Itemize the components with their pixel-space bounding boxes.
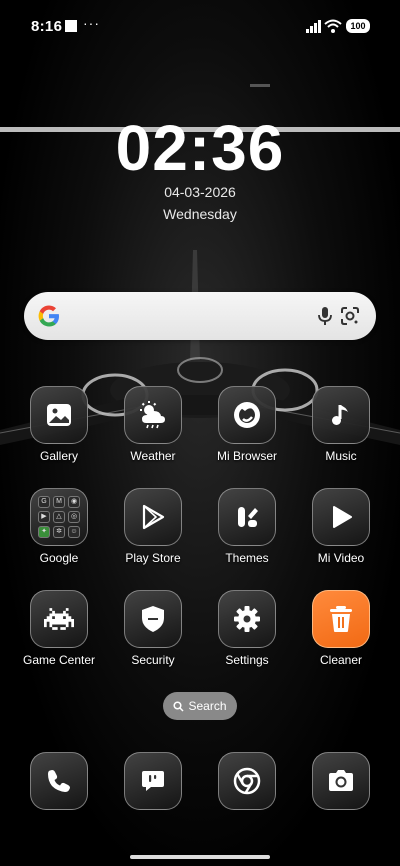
signal-icon — [306, 20, 321, 33]
app-label: Google — [39, 551, 79, 565]
google-search-bar[interactable] — [24, 292, 376, 340]
folder-app-icon: ✦ — [38, 526, 50, 538]
battery-icon: 100 — [346, 19, 370, 33]
app-label: Settings — [225, 653, 269, 667]
trash-icon — [312, 590, 370, 648]
status-time: 8:16 — [31, 18, 63, 35]
clock-time: 02:36 — [115, 112, 285, 184]
app-label: Cleaner — [319, 653, 363, 667]
dock-chrome[interactable] — [218, 752, 276, 810]
clock-date: 04-03-2026 — [164, 184, 236, 200]
folder-app-icon: ▶ — [38, 511, 50, 523]
status-bar: 8:16 ··· 100 — [0, 0, 400, 56]
app-label: Weather — [130, 449, 176, 463]
video-icon — [312, 488, 370, 546]
wifi-icon — [324, 19, 342, 33]
app-game-center[interactable]: Game Center — [12, 590, 106, 667]
search-pill-label: Search — [188, 699, 227, 713]
app-google-folder[interactable]: G M ◉ ▶ △ ◎ ✦ ✲ ☺ Google — [12, 488, 106, 565]
notification-square-icon — [65, 20, 77, 32]
folder-app-icon: △ — [53, 511, 65, 523]
gallery-icon — [30, 386, 88, 444]
mic-icon[interactable] — [314, 305, 336, 327]
folder-app-icon: ◉ — [68, 496, 80, 508]
app-search-button[interactable]: Search — [163, 692, 237, 720]
app-play-store[interactable]: Play Store — [106, 488, 200, 565]
app-label: Themes — [225, 551, 269, 565]
play-store-icon — [124, 488, 182, 546]
weather-icon — [124, 386, 182, 444]
app-security[interactable]: Security — [106, 590, 200, 667]
themes-icon — [218, 488, 276, 546]
phone-icon — [48, 770, 70, 792]
app-label: Game Center — [22, 653, 96, 667]
app-music[interactable]: Music — [294, 386, 388, 463]
app-label: Mi Video — [317, 551, 365, 565]
game-icon — [30, 590, 88, 648]
app-label: Music — [325, 449, 357, 463]
more-notifications-icon: ··· — [83, 15, 100, 31]
dock-messages[interactable] — [124, 752, 182, 810]
folder-app-icon: ☺ — [68, 526, 80, 538]
music-icon — [312, 386, 370, 444]
google-g-icon — [38, 305, 59, 327]
app-themes[interactable]: Themes — [200, 488, 294, 565]
lens-icon[interactable] — [339, 305, 361, 327]
app-label: Gallery — [39, 449, 78, 463]
folder-app-icon: ◎ — [68, 511, 80, 523]
chrome-icon — [233, 767, 261, 795]
app-label: Mi Browser — [216, 449, 277, 463]
app-label: Play Store — [125, 551, 181, 565]
dock-phone[interactable] — [30, 752, 88, 810]
gear-icon — [218, 590, 276, 648]
folder-app-icon: G — [38, 496, 50, 508]
app-mi-video[interactable]: Mi Video — [294, 488, 388, 565]
clock-widget[interactable]: 02:36 04-03-2026 Wednesday — [0, 112, 400, 222]
home-indicator[interactable] — [130, 855, 270, 859]
search-icon — [173, 700, 185, 712]
message-icon — [142, 771, 164, 791]
clock-day: Wednesday — [163, 206, 237, 222]
folder-app-icon: M — [53, 496, 65, 508]
google-folder-icon: G M ◉ ▶ △ ◎ ✦ ✲ ☺ — [30, 488, 88, 546]
shield-icon — [124, 590, 182, 648]
browser-icon — [218, 386, 276, 444]
app-gallery[interactable]: Gallery — [12, 386, 106, 463]
app-label: Security — [131, 653, 175, 667]
folder-app-icon: ✲ — [53, 526, 65, 538]
app-settings[interactable]: Settings — [200, 590, 294, 667]
app-cleaner[interactable]: Cleaner — [294, 590, 388, 667]
app-weather[interactable]: Weather — [106, 386, 200, 463]
dock-camera[interactable] — [312, 752, 370, 810]
app-mi-browser[interactable]: Mi Browser — [200, 386, 294, 463]
camera-icon — [329, 770, 353, 791]
